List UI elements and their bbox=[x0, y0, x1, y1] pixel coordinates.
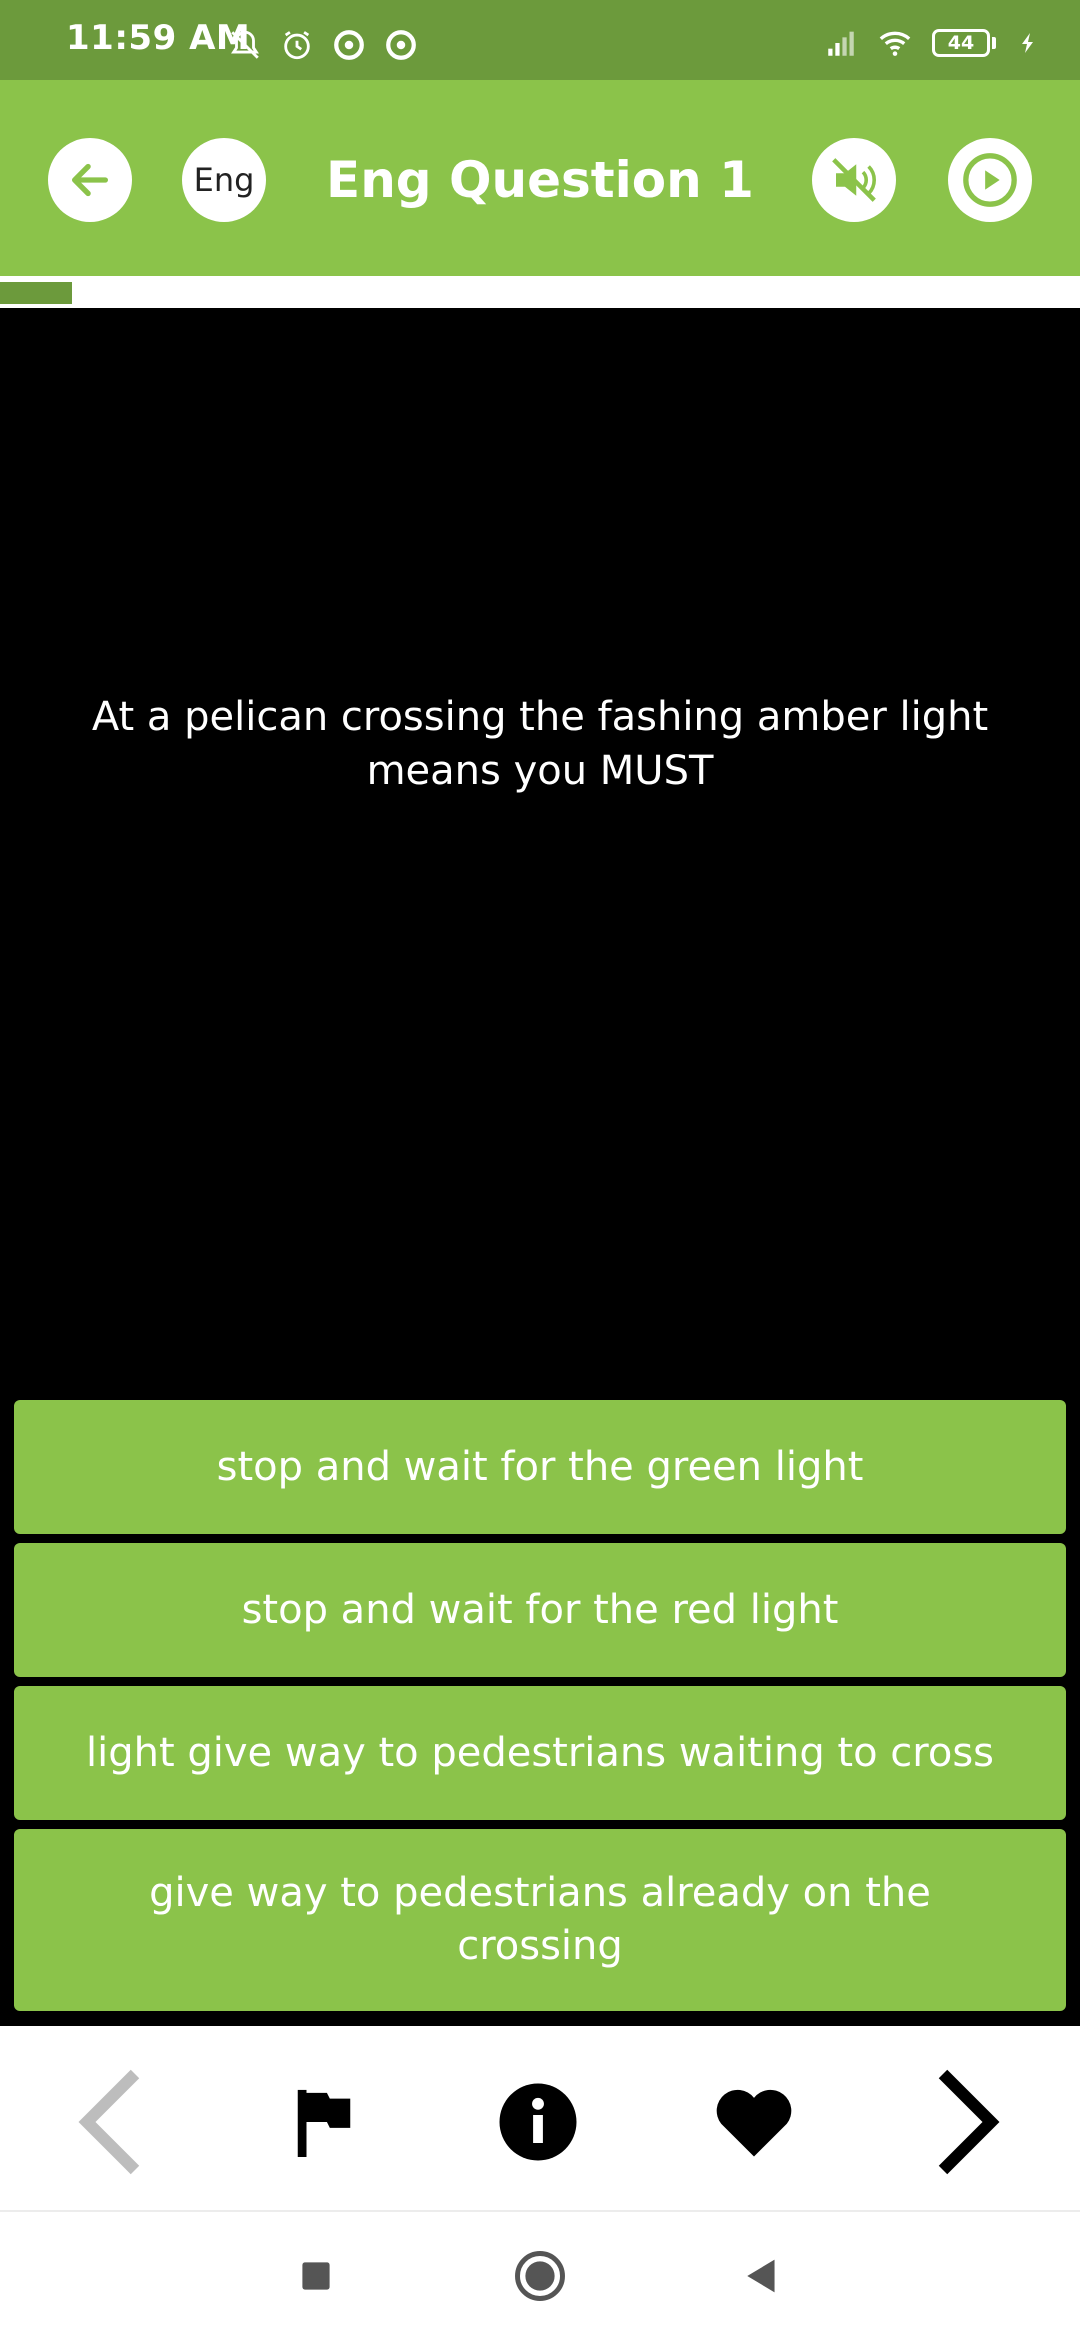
progress-fill bbox=[0, 282, 72, 304]
system-back-button[interactable] bbox=[724, 2240, 796, 2312]
answer-list: stop and wait for the green light stop a… bbox=[14, 1400, 1066, 2020]
battery-icon: 44 bbox=[932, 29, 996, 57]
page-title: Eng Question 1 bbox=[326, 151, 754, 209]
flag-icon bbox=[297, 2089, 351, 2157]
square-icon bbox=[302, 2262, 330, 2290]
info-button[interactable] bbox=[478, 2062, 598, 2182]
battery-level: 44 bbox=[932, 29, 990, 57]
home-circle-icon bbox=[515, 2251, 565, 2301]
charging-icon bbox=[1022, 33, 1033, 53]
data-saver-icon bbox=[386, 30, 416, 60]
heart-icon bbox=[716, 2089, 792, 2157]
status-time: 11:59 AM bbox=[66, 18, 251, 58]
triangle-back-icon bbox=[747, 2259, 775, 2293]
info-icon bbox=[499, 2083, 577, 2161]
question-text: At a pelican crossing the fashing amber … bbox=[91, 694, 989, 794]
status-icons-left bbox=[228, 28, 418, 62]
favorite-button[interactable] bbox=[694, 2062, 814, 2182]
play-button[interactable] bbox=[948, 138, 1032, 222]
bottom-toolbar bbox=[0, 2026, 1080, 2212]
answer-option-1[interactable]: stop and wait for the green light bbox=[14, 1400, 1066, 1534]
status-icons-right: 44 bbox=[824, 26, 1040, 60]
speaker-muted-icon bbox=[832, 158, 876, 202]
back-button[interactable] bbox=[48, 138, 132, 222]
answer-option-4[interactable]: give way to pedestrians already on the c… bbox=[14, 1829, 1066, 2011]
alarm-icon bbox=[284, 31, 310, 60]
recents-button[interactable] bbox=[280, 2240, 352, 2312]
app-bar: Eng Eng Question 1 bbox=[0, 80, 1080, 276]
progress-bar bbox=[0, 276, 1080, 308]
previous-icon bbox=[78, 2069, 140, 2175]
quiz-screen: 11:59 AM 44 Eng Eng Question 1 At a peli… bbox=[0, 0, 1080, 2340]
previous-button[interactable] bbox=[48, 2062, 168, 2182]
flag-button[interactable] bbox=[264, 2062, 384, 2182]
arrow-left-icon bbox=[71, 163, 109, 197]
next-button[interactable] bbox=[910, 2062, 1030, 2182]
silent-icon bbox=[231, 30, 259, 59]
mute-button[interactable] bbox=[812, 138, 896, 222]
signal-icon bbox=[828, 31, 854, 56]
answer-option-3[interactable]: light give way to pedestrians waiting to… bbox=[14, 1686, 1066, 1820]
question-panel: At a pelican crossing the fashing amber … bbox=[0, 308, 1080, 1396]
data-saver-icon bbox=[334, 30, 364, 60]
play-icon bbox=[963, 153, 1017, 207]
wifi-icon bbox=[879, 31, 911, 56]
system-nav-bar bbox=[0, 2212, 1080, 2340]
language-label: Eng bbox=[193, 161, 255, 199]
answer-option-2[interactable]: stop and wait for the red light bbox=[14, 1543, 1066, 1677]
home-button[interactable] bbox=[504, 2240, 576, 2312]
language-button[interactable]: Eng bbox=[182, 138, 266, 222]
next-icon bbox=[938, 2069, 1000, 2175]
status-bar: 11:59 AM 44 bbox=[0, 0, 1080, 80]
